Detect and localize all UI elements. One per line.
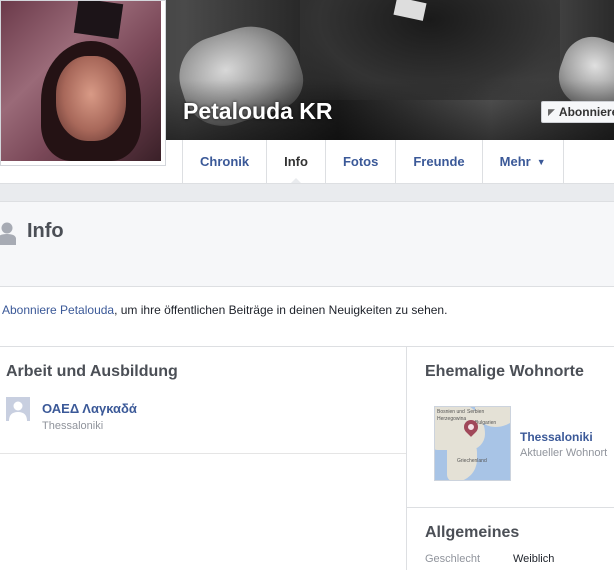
tab-label: Chronik [200,154,250,169]
avatar-background-detail [73,1,124,39]
rss-icon: ◤ [548,106,555,117]
tab-label: Fotos [342,154,379,169]
map-label: Griechenland [457,458,487,464]
gender-value: Weiblich [513,553,555,565]
place-map[interactable]: Bosnien und Herzegowina Serbien Bulgarie… [434,406,511,481]
tab-mehr[interactable]: Mehr ▼ [482,140,564,183]
person-icon [0,222,16,245]
gray-band [0,183,614,201]
info-header: Info [0,201,614,287]
column-divider [406,347,407,570]
work-section-title: Arbeit und Ausbildung [6,363,178,380]
subscribe-button[interactable]: ◤ Abonnieren [541,101,614,123]
gender-label: Geschlecht [425,553,481,565]
tab-freunde[interactable]: Freunde [396,140,483,183]
tab-fotos[interactable]: Fotos [325,140,397,183]
tab-label: Info [284,154,308,169]
subscribe-notice: Abonniere Petalouda, um ihre öffentliche… [2,303,447,317]
section-divider [0,346,614,347]
tab-info[interactable]: Info [267,140,326,184]
workplace-icon [6,397,30,421]
map-label: Bosnien und [437,409,465,415]
place-subtitle: Aktueller Wohnort [520,447,608,459]
profile-picture-frame[interactable] [0,0,166,166]
map-label: Herzegowina [437,416,467,422]
tab-label: Mehr [499,154,531,169]
tab-chronik[interactable]: Chronik [183,140,268,183]
avatar[interactable] [1,1,161,161]
workplace-location: Thessaloniki [42,420,104,432]
tab-label: Freunde [413,154,465,169]
profile-name[interactable]: Petalouda KR [183,98,333,125]
work-divider [0,453,406,454]
map-label: Serbien [467,409,485,415]
subscribe-button-label: Abonnieren [558,105,614,119]
subscribe-notice-text: , um ihre öffentlichen Beiträge in deine… [114,303,448,317]
page-title: Info [27,220,64,242]
general-section-title: Allgemeines [425,524,520,541]
places-section-title: Ehemalige Wohnorte [425,363,584,380]
place-name[interactable]: Thessaloniki [520,430,593,444]
places-divider [407,507,614,508]
subscribe-link[interactable]: Abonniere Petalouda [2,303,114,317]
profile-tabs: Chronik Info Fotos Freunde Mehr ▼ [182,140,564,184]
person-silhouette-icon [6,397,30,421]
workplace-name[interactable]: ΟΑΕΔ Λαγκαδά [42,401,137,416]
chevron-down-icon: ▼ [536,156,546,167]
avatar-face [56,56,126,141]
